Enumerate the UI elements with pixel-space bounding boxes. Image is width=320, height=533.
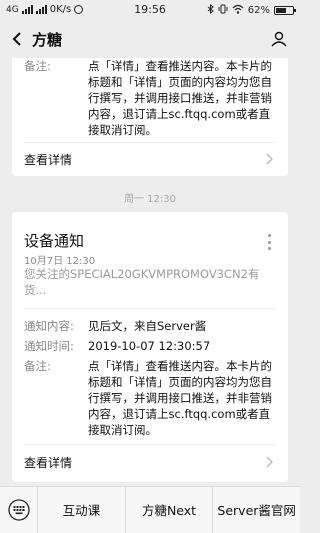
message-card: 设备通知 10月7日 12:30 您关注的SPECIAL20GKVMPROMOV… <box>12 212 288 482</box>
bottom-menu-bar: 互动课 方糖Next Server酱官网 <box>0 486 300 533</box>
content-value: 见后文，来自Server酱 <box>88 319 207 333</box>
battery-fill <box>276 8 286 13</box>
dot <box>267 240 271 244</box>
card-summary: 您关注的SPECIAL20GKVMPROMOV3CN2有货... <box>24 267 260 297</box>
card-date: 10月7日 12:30 <box>24 256 96 267</box>
remark-row: 备注: 点「详情」查看推送内容。本卡片的标题和「详情」页面的内容均为您自行撰写，… <box>24 358 276 438</box>
view-details-label: 查看详情 <box>24 455 73 470</box>
chevron-right-icon <box>262 455 276 469</box>
remark-label: 备注: <box>24 359 51 373</box>
keyboard-toggle-button[interactable] <box>0 486 38 533</box>
card-title: 设备通知 <box>24 232 85 250</box>
message-timestamp: 周一 12:30 <box>124 194 176 205</box>
more-button[interactable] <box>266 26 292 52</box>
remark-label: 备注: <box>24 59 51 73</box>
remark-text: 点「详情」查看推送内容。本卡片的标题和「详情」页面的内容均为您自行撰写，并调用接… <box>88 359 272 437</box>
user-icon <box>271 31 287 47</box>
menu-tab-interactive-class[interactable]: 互动课 <box>38 486 126 533</box>
menu-tab-fangtang-next[interactable]: 方糖Next <box>126 486 214 533</box>
time-value: 2019-10-07 12:30:57 <box>88 339 211 353</box>
time-row: 通知时间: 2019-10-07 12:30:57 <box>24 338 276 354</box>
menu-tab-serverchan-site[interactable]: Server酱官网 <box>213 487 300 533</box>
remark-text: 点「详情」查看推送内容。本卡片的标题和「详情」页面的内容均为您自行撰写，并调用接… <box>88 59 272 137</box>
divider <box>24 142 276 143</box>
battery-icon <box>274 6 296 15</box>
chevron-right-icon <box>262 152 276 166</box>
remark-row: 备注: 点「详情」查看推送内容。本卡片的标题和「详情」页面的内容均为您自行撰写，… <box>24 58 276 138</box>
time-label: 通知时间: <box>24 339 74 353</box>
card-menu-button[interactable] <box>264 234 274 250</box>
chevron-left-icon <box>12 32 21 46</box>
status-right: 62% <box>207 3 296 17</box>
view-details-link[interactable]: 查看详情 <box>24 144 276 174</box>
battery-percent: 62% <box>247 5 270 16</box>
status-bar: 4G 0K/s 19:56 62% <box>0 0 300 20</box>
back-button[interactable] <box>6 26 28 52</box>
divider <box>24 308 276 309</box>
keyboard-icon <box>7 499 30 521</box>
content-row: 通知内容: 见后文，来自Server酱 <box>24 318 276 334</box>
nav-bar: 方糖 <box>0 20 300 58</box>
bluetooth-icon <box>207 3 214 17</box>
content-label: 通知内容: <box>24 319 74 333</box>
page-title: 方糖 <box>32 31 63 49</box>
dot <box>267 234 271 237</box>
view-details-label: 查看详情 <box>24 152 73 167</box>
divider <box>24 444 276 445</box>
vibrate-icon <box>218 4 228 17</box>
message-card-previous: 备注: 点「详情」查看推送内容。本卡片的标题和「详情」页面的内容均为您自行撰写，… <box>12 58 288 176</box>
dot <box>267 247 271 250</box>
view-details-link[interactable]: 查看详情 <box>24 447 276 477</box>
wifi-icon <box>232 4 244 17</box>
